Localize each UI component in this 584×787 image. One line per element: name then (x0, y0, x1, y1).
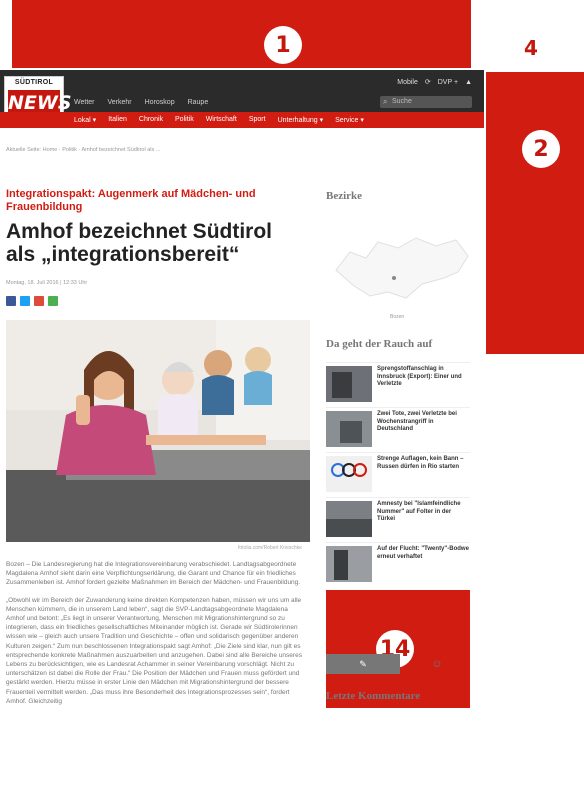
article-body: Bozen – Die Landesregierung hat die Inte… (6, 560, 306, 714)
map-caption: Bozen (390, 314, 405, 320)
top-nav-item[interactable]: Raupe (188, 99, 209, 106)
top-nav-item[interactable]: Horoskop (145, 99, 175, 106)
news-list: Sprengstoffanschlag in Innsbruck (Export… (326, 362, 470, 587)
ad-slot-1[interactable]: 1 (12, 0, 471, 68)
article-headline: Amhof bezeichnet Südtirol als „integrati… (6, 220, 273, 266)
news-title: Strenge Auflagen, kein Bann – Russen dür… (377, 456, 464, 470)
article-photo (6, 320, 310, 542)
ad-slot-4-label: 4 (524, 36, 538, 60)
mobile-link[interactable]: Mobile (397, 79, 418, 86)
news-item[interactable]: Amnesty bei "Islamfeindliche Nummer" auf… (326, 497, 470, 542)
top-links: Mobile ⟳ DVP + ▲ (397, 78, 472, 87)
facebook-icon[interactable] (6, 296, 16, 306)
refresh-icon[interactable]: ⟳ (425, 78, 431, 86)
news-thumbnail (326, 546, 372, 582)
news-thumbnail (326, 501, 372, 537)
nav-item-sport[interactable]: Sport (249, 116, 266, 124)
ad-slot-number: 1 (264, 26, 302, 64)
twitter-icon[interactable] (20, 296, 30, 306)
top-nav-item[interactable]: Wetter (74, 99, 95, 106)
news-item[interactable]: Zwei Tote, zwei Verletzte bei Wochenstra… (326, 407, 470, 452)
comments-heading: Letzte Kommentare (326, 690, 421, 702)
ad-slot-2[interactable]: 2 (486, 72, 584, 354)
news-thumbnail (326, 411, 372, 447)
news-title: Amnesty bei "Islamfeindliche Nummer" auf… (377, 501, 461, 522)
article-date: Montag, 18. Juli 2016 | 12:33 Uhr (6, 280, 88, 286)
news-title: Sprengstoffanschlag in Innsbruck (Export… (377, 366, 462, 387)
tab-users-icon[interactable]: ☺ (422, 654, 452, 674)
search-icon: ⌕ (383, 97, 388, 106)
article-paragraph: „Obwohl wir im Bereich der Zuwanderung k… (6, 596, 302, 705)
nav-item-wirtschaft[interactable]: Wirtschaft (206, 116, 237, 124)
google-plus-icon[interactable] (34, 296, 44, 306)
nav-item-service[interactable]: Service ▾ (335, 116, 364, 124)
dvp-link[interactable]: DVP + (438, 79, 458, 86)
user-icon[interactable]: ▲ (465, 79, 472, 86)
site-header: SÜDTIROL NEWS Wetter Verkehr Horoskop Ra… (0, 70, 484, 120)
share-buttons (6, 296, 58, 306)
ad-slot-number: 2 (522, 130, 560, 168)
news-title: Auf der Flucht: "Twenty"-Bodwe erneut ve… (377, 546, 469, 560)
news-thumbnail (326, 456, 372, 492)
tab-pencil-icon[interactable]: ✎ (326, 654, 400, 674)
news-heading: Da geht der Rauch auf (326, 338, 433, 350)
districts-heading: Bezirke (326, 190, 363, 202)
news-item[interactable]: Strenge Auflagen, kein Bann – Russen dür… (326, 452, 470, 497)
nav-item-chronik[interactable]: Chronik (139, 116, 163, 124)
breadcrumb[interactable]: Aktuelle Seite: Home · Politik · Amhof b… (6, 147, 160, 153)
nav-item-politik[interactable]: Politik (175, 116, 194, 124)
article-paragraph: Bozen – Die Landesregierung hat die Inte… (6, 561, 301, 587)
news-thumbnail (326, 366, 372, 402)
news-title: Zwei Tote, zwei Verletzte bei Wochenstra… (377, 411, 457, 432)
sidebar: Bezirke Bozen Da geht der Rauch auf Spre… (326, 190, 476, 582)
search-placeholder: Suche (392, 98, 412, 105)
nav-item-lokal[interactable]: Lokal ▾ (74, 116, 96, 124)
nav-item-italien[interactable]: Italien (108, 116, 127, 124)
top-nav-item[interactable]: Verkehr (108, 99, 132, 106)
photo-caption: fotolia.com/Robert Kneschke (238, 545, 302, 551)
top-nav: Wetter Verkehr Horoskop Raupe (74, 99, 208, 106)
sidebar-tabs: ✎ ☺ (326, 654, 470, 674)
logo-top-text: SÜDTIROL (14, 79, 54, 86)
nav-item-unterhaltung[interactable]: Unterhaltung ▾ (278, 116, 324, 124)
mail-icon[interactable] (48, 296, 58, 306)
main-nav: Lokal ▾ Italien Chronik Politik Wirtscha… (0, 112, 484, 128)
search-input[interactable]: ⌕ Suche (380, 96, 472, 108)
article-kicker: Integrationspakt: Augenmerk auf Mädchen-… (6, 188, 256, 213)
districts-map[interactable] (326, 220, 476, 310)
news-item[interactable]: Sprengstoffanschlag in Innsbruck (Export… (326, 362, 470, 407)
news-item[interactable]: Auf der Flucht: "Twenty"-Bodwe erneut ve… (326, 542, 470, 587)
